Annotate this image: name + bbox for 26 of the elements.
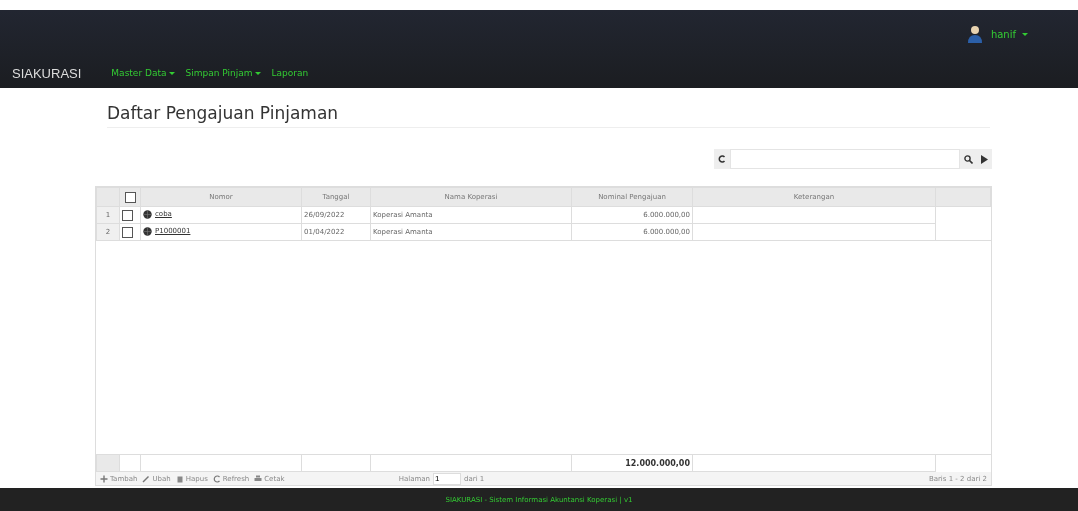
checkbox[interactable] (124, 191, 136, 203)
refresh-icon (212, 474, 221, 483)
total-cell: 12.000.000,00 (571, 454, 693, 472)
plus-icon (100, 474, 108, 483)
printer-icon (254, 474, 263, 483)
record-icon (143, 209, 152, 219)
checkbox[interactable] (122, 226, 133, 238)
record-icon (143, 226, 152, 236)
page-title: Daftar Pengajuan Pinjaman (107, 103, 990, 128)
user-avatar-icon (966, 25, 983, 43)
search-field[interactable] (730, 149, 960, 169)
next-button[interactable] (976, 149, 992, 169)
nav-menu-item[interactable]: Master Data (111, 68, 176, 78)
nav-menu-item[interactable]: Laporan (271, 68, 309, 78)
brand-name[interactable]: SIAKURASI (12, 65, 82, 81)
page-field[interactable]: 1 (433, 472, 461, 485)
trash-icon (175, 474, 184, 483)
pencil-icon (142, 474, 151, 483)
play-icon (980, 154, 988, 164)
nav-menu-item[interactable]: Simpan Pinjam (185, 68, 262, 78)
search-icon (963, 154, 973, 164)
refresh-icon (718, 155, 726, 163)
refresh-button[interactable] (714, 149, 730, 169)
checkbox[interactable] (122, 209, 133, 221)
user-menu[interactable]: hanif (990, 28, 1028, 40)
search-button[interactable] (960, 149, 976, 169)
